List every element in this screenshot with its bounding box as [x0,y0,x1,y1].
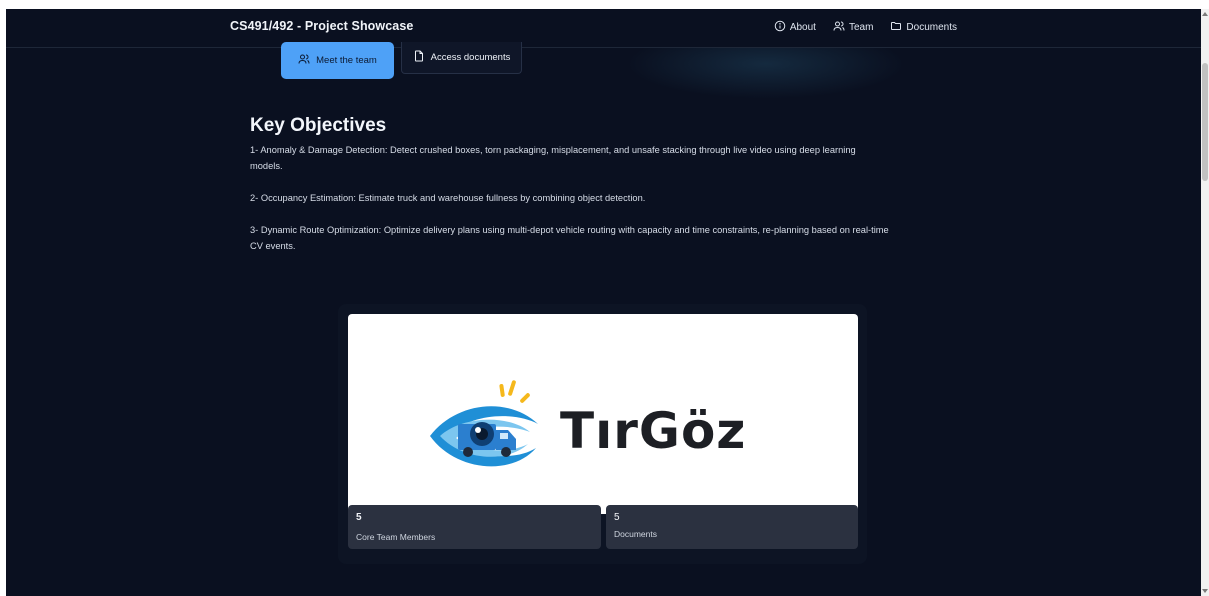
meet-the-team-label: Meet the team [316,55,377,66]
stat-card-team: 5 Core Team Members [348,505,601,549]
scrollbar-thumb[interactable] [1202,63,1208,181]
objective-item: 1- Anomaly & Damage Detection: Detect cr… [250,145,856,171]
top-navbar: CS491/492 - Project Showcase About Team … [6,9,1201,48]
access-documents-label: Access documents [430,52,511,63]
file-icon [413,50,425,65]
nav-documents-label: Documents [906,22,957,33]
nav-team-label: Team [848,22,874,33]
stat-label: Documents [614,529,657,539]
stat-value: 5 [356,512,362,523]
vertical-scrollbar[interactable] [1201,9,1209,596]
nav-about[interactable]: About [774,20,816,35]
stat-label: Core Team Members [356,532,436,542]
nav-documents[interactable]: Documents [890,20,957,35]
objective-item: 2- Occupancy Estimation: Estimate truck … [250,193,646,203]
users-icon [833,20,845,35]
users-icon [298,53,310,68]
stat-value: 5 [614,512,620,523]
project-showcase-card: TırGöz 5 Core Team Members 5 Documents [338,304,867,564]
meet-the-team-button[interactable]: Meet the team [281,42,394,79]
site-title[interactable]: CS491/492 - Project Showcase [230,19,413,33]
scroll-up-arrow-icon[interactable] [1202,12,1208,16]
objective-item: 3- Dynamic Route Optimization: Optimize … [250,225,889,251]
page-viewport: CS491/492 - Project Showcase About Team … [6,9,1201,596]
nav-about-label: About [789,22,816,33]
logo-wordmark: TırGöz [560,402,747,460]
objectives-list: 1- Anomaly & Damage Detection: Detect cr… [250,142,890,270]
key-objectives-heading: Key Objectives [250,115,387,136]
info-icon [774,20,786,35]
scroll-down-arrow-icon[interactable] [1202,589,1208,593]
eye-truck-logo-icon [430,380,538,467]
project-logo-panel: TırGöz [348,314,858,514]
folder-icon [890,20,902,35]
stat-card-documents: 5 Documents [606,505,858,549]
access-documents-button[interactable]: Access documents [401,42,522,74]
nav-links: About Team Documents [774,20,957,35]
nav-team[interactable]: Team [833,20,873,35]
